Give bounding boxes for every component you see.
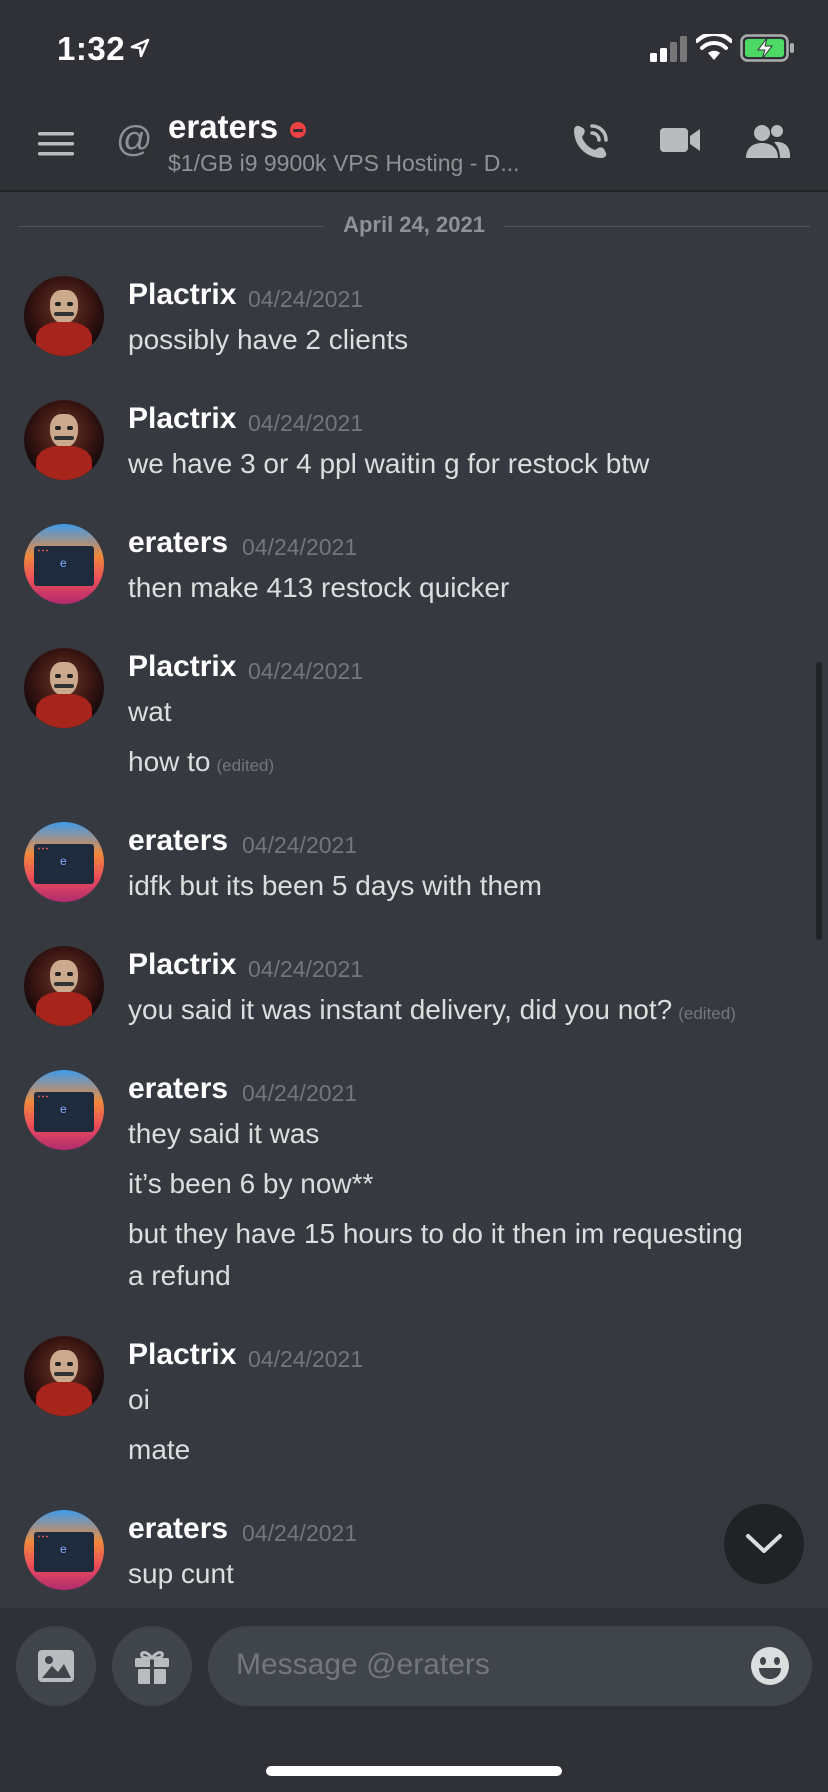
composer-bar: Message @eraters <box>0 1608 828 1792</box>
avatar[interactable] <box>24 1510 104 1590</box>
message-text: a refund <box>128 1260 231 1291</box>
message-timestamp: 04/24/2021 <box>242 832 358 858</box>
message-text: idfk but its been 5 days with them <box>128 870 542 901</box>
message-author[interactable]: Plactrix <box>128 948 236 982</box>
chevron-down-icon <box>746 1534 782 1553</box>
avatar[interactable] <box>24 400 104 480</box>
message-text: it’s been 6 by now** <box>128 1168 374 1199</box>
avatar[interactable] <box>24 1336 104 1416</box>
status-time: 1:32 <box>57 30 126 67</box>
at-sign-icon: @ <box>116 118 153 159</box>
location-arrow-icon <box>130 38 150 58</box>
members-icon[interactable] <box>744 122 792 162</box>
message-text: then make 413 restock quicker <box>128 572 510 603</box>
message-text: sup cunt <box>128 1558 234 1589</box>
message-timestamp: 04/24/2021 <box>242 1520 358 1546</box>
jump-to-present-button[interactable] <box>724 1504 804 1584</box>
message-author[interactable]: eraters <box>128 526 228 560</box>
gift-icon <box>135 1651 169 1684</box>
avatar[interactable] <box>24 822 104 902</box>
message-text: mate <box>128 1434 191 1465</box>
battery-charging-icon <box>740 34 794 62</box>
wifi-icon <box>696 34 732 60</box>
message-timestamp: 04/24/2021 <box>248 956 364 982</box>
message-author[interactable]: eraters <box>128 1072 228 1106</box>
message-text: we have 3 or 4 ppl waitin g for restock … <box>128 448 650 479</box>
message-input-placeholder: Message @eraters <box>236 1648 490 1681</box>
avatar[interactable] <box>24 276 104 356</box>
message-text: oi <box>128 1384 150 1415</box>
dm-recipient-status[interactable]: $1/GB i9 9900k VPS Hosting - D... <box>168 150 520 177</box>
cellular-signal-icon <box>650 36 687 62</box>
message-timestamp: 04/24/2021 <box>248 410 364 436</box>
message-author[interactable]: eraters <box>128 1512 228 1546</box>
dnd-status-icon <box>290 122 306 138</box>
message-author[interactable]: Plactrix <box>128 278 236 312</box>
message-timestamp: 04/24/2021 <box>242 534 358 560</box>
channel-header: @ eraters $1/GB i9 9900k VPS Hosting - D… <box>0 96 828 192</box>
message-text: you said it was instant delivery, did yo… <box>128 994 736 1025</box>
avatar[interactable] <box>24 524 104 604</box>
video-camera-icon[interactable] <box>658 122 702 158</box>
gift-button[interactable] <box>112 1626 192 1706</box>
hamburger-menu-icon[interactable] <box>36 124 76 164</box>
home-indicator <box>266 1766 562 1776</box>
phone-call-icon[interactable] <box>568 120 612 164</box>
message-author[interactable]: Plactrix <box>128 402 236 436</box>
image-upload-icon <box>38 1650 74 1682</box>
status-bar: 1:32 <box>0 0 828 96</box>
message-timestamp: 04/24/2021 <box>248 286 364 312</box>
message-author[interactable]: Plactrix <box>128 650 236 684</box>
message-timestamp: 04/24/2021 <box>248 1346 364 1372</box>
message-text: possibly have 2 clients <box>128 324 409 355</box>
edited-label: (edited) <box>216 756 275 775</box>
message-author[interactable]: eraters <box>128 824 228 858</box>
message-text: but they have 15 hours to do it then im … <box>128 1218 743 1249</box>
avatar[interactable] <box>24 648 104 728</box>
scrollbar[interactable] <box>816 662 822 940</box>
message-text: how to (edited) <box>128 746 275 777</box>
message-author[interactable]: Plactrix <box>128 1338 236 1372</box>
avatar[interactable] <box>24 1070 104 1150</box>
edited-label: (edited) <box>678 1004 736 1023</box>
avatar[interactable] <box>24 946 104 1026</box>
date-divider: April 24, 2021 <box>18 212 810 242</box>
dm-recipient-name[interactable]: eraters <box>168 108 278 146</box>
image-upload-button[interactable] <box>16 1626 96 1706</box>
message-timestamp: 04/24/2021 <box>248 658 364 684</box>
message-input[interactable]: Message @eraters <box>208 1626 812 1706</box>
emoji-icon[interactable] <box>750 1646 790 1686</box>
message-timestamp: 04/24/2021 <box>242 1080 358 1106</box>
date-divider-label: April 24, 2021 <box>343 212 485 237</box>
message-text: wat <box>128 696 172 727</box>
message-text: they said it was <box>128 1118 320 1149</box>
